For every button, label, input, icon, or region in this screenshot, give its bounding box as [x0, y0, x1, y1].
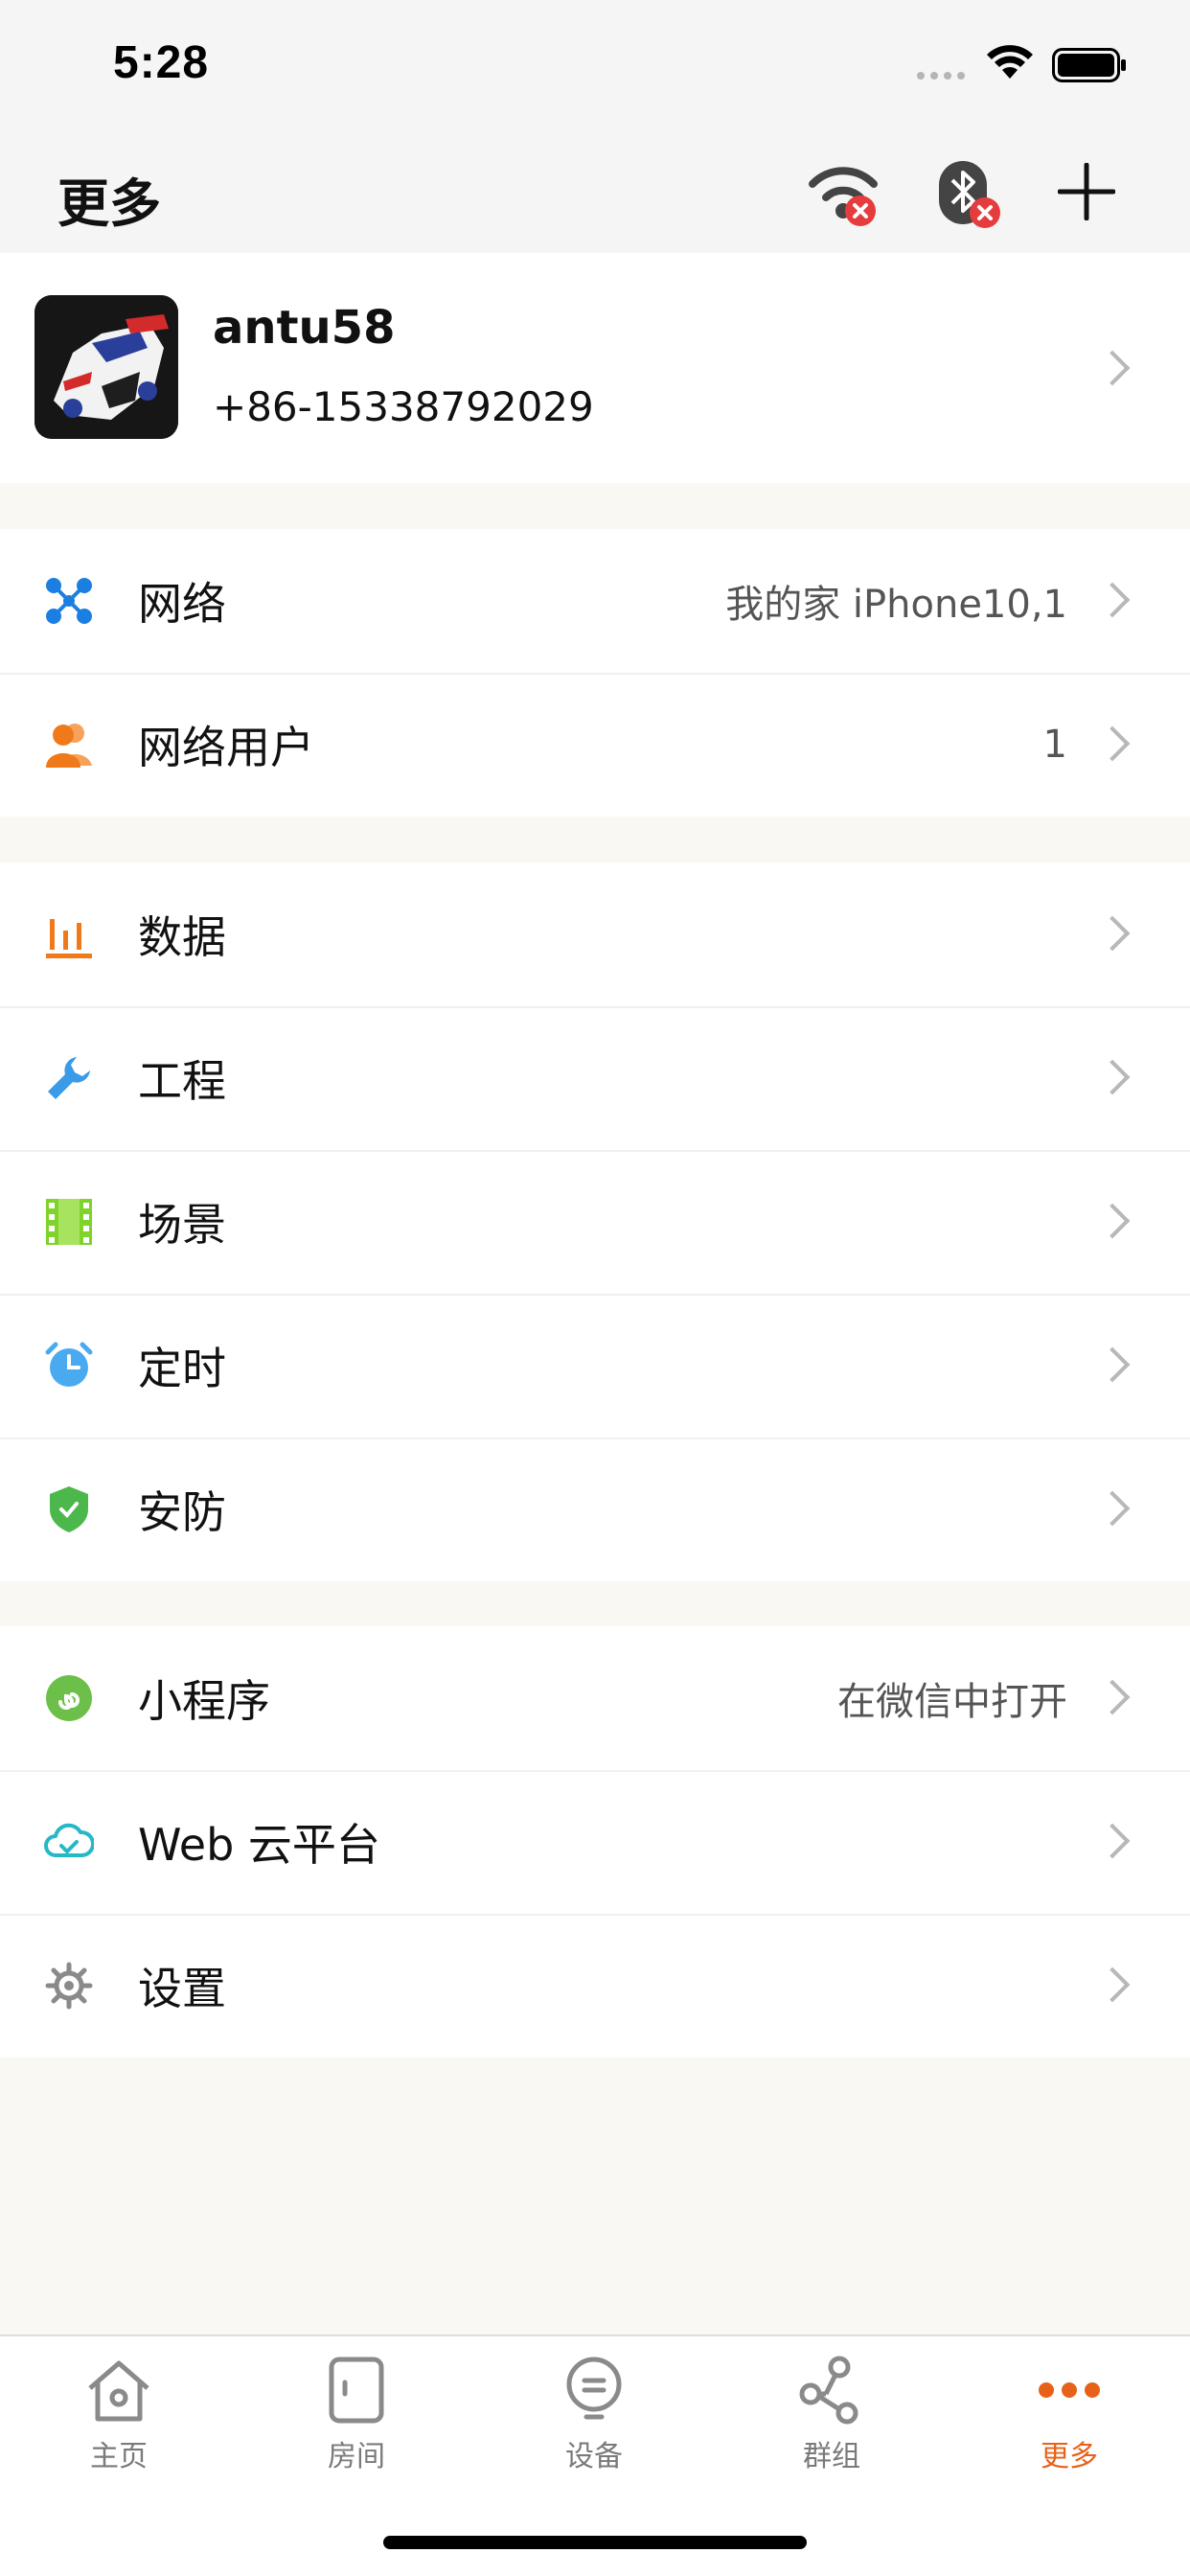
chevron-right-icon — [1094, 1490, 1131, 1527]
row-label: 工程 — [138, 1055, 226, 1107]
alarm-clock-icon — [45, 1342, 93, 1387]
security-row[interactable]: 安防 — [0, 1438, 1190, 1581]
profile-name: antu58 — [213, 301, 396, 355]
cell-signal-icon — [917, 72, 965, 80]
device-icon — [566, 2357, 622, 2420]
chevron-right-icon — [1094, 725, 1131, 762]
network-row[interactable]: 网络 我的家 iPhone10,1 — [0, 529, 1190, 673]
tab-label: 更多 — [1041, 2440, 1098, 2473]
wifi-disconnected-icon[interactable] — [801, 159, 883, 228]
group-icon — [799, 2356, 858, 2425]
avatar — [34, 295, 178, 439]
features-section: 数据 工程 场景 定时 安防 — [0, 862, 1190, 1581]
plus-icon[interactable] — [1058, 163, 1115, 220]
row-value: 在微信中打开 — [837, 1680, 1067, 1724]
row-label: Web 云平台 — [138, 1819, 380, 1871]
profile-card[interactable]: antu58 +86-15338792029 — [0, 253, 1190, 483]
network-icon — [46, 578, 92, 624]
tab-label: 主页 — [90, 2440, 148, 2473]
data-chart-icon — [46, 919, 92, 958]
tab-devices[interactable]: 设备 — [475, 2356, 713, 2499]
tab-label: 房间 — [328, 2440, 385, 2473]
row-label: 数据 — [138, 911, 226, 963]
chevron-right-icon — [1094, 1346, 1131, 1383]
wrench-icon — [48, 1057, 90, 1099]
row-label: 场景 — [138, 1199, 226, 1251]
row-value: 1 — [1042, 723, 1067, 767]
network-users-row[interactable]: 网络用户 1 — [0, 673, 1190, 816]
door-icon — [329, 2357, 384, 2424]
scene-row[interactable]: 场景 — [0, 1150, 1190, 1294]
chevron-right-icon — [1094, 1059, 1131, 1095]
mini-program-icon — [46, 1675, 92, 1721]
data-row[interactable]: 数据 — [0, 862, 1190, 1006]
gear-icon — [45, 1962, 93, 2010]
engineering-row[interactable]: 工程 — [0, 1006, 1190, 1150]
network-section: 网络 我的家 iPhone10,1 网络用户 1 — [0, 529, 1190, 816]
shield-icon — [50, 1486, 88, 1532]
mini-program-row[interactable]: 小程序 在微信中打开 — [0, 1626, 1190, 1770]
chevron-right-icon — [1094, 350, 1131, 386]
chevron-right-icon — [1094, 1966, 1131, 2003]
tab-home[interactable]: 主页 — [0, 2356, 238, 2499]
home-icon — [88, 2360, 149, 2422]
battery-icon — [1052, 48, 1126, 82]
cloud-icon — [44, 1823, 94, 1857]
row-label: 小程序 — [138, 1675, 270, 1727]
film-icon — [46, 1199, 92, 1245]
status-time: 5:28 — [113, 37, 210, 88]
timer-row[interactable]: 定时 — [0, 1294, 1190, 1438]
profile-phone: +86-15338792029 — [213, 383, 594, 430]
row-label: 网络用户 — [138, 722, 314, 773]
row-value: 我的家 iPhone10,1 — [725, 583, 1067, 627]
chevron-right-icon — [1094, 1823, 1131, 1859]
more-dots-icon — [1039, 2382, 1100, 2398]
chevron-right-icon — [1094, 1679, 1131, 1715]
tab-groups[interactable]: 群组 — [713, 2356, 950, 2499]
wifi-status-icon — [987, 45, 1033, 79]
row-label: 安防 — [138, 1486, 226, 1538]
chevron-right-icon — [1094, 582, 1131, 618]
status-bar: 5:28 — [0, 0, 1190, 134]
tab-label: 群组 — [803, 2440, 860, 2473]
chevron-right-icon — [1094, 1203, 1131, 1239]
more-section: 小程序 在微信中打开 Web 云平台 设置 — [0, 1626, 1190, 2058]
tab-label: 设备 — [565, 2440, 623, 2473]
row-label: 设置 — [138, 1963, 226, 2014]
page-title: 更多 — [57, 173, 161, 234]
chevron-right-icon — [1094, 915, 1131, 952]
row-label: 定时 — [138, 1343, 226, 1394]
nav-bar: 更多 — [0, 134, 1190, 253]
tab-more[interactable]: 更多 — [950, 2356, 1188, 2499]
settings-row[interactable]: 设置 — [0, 1914, 1190, 2058]
home-indicator — [383, 2536, 807, 2549]
bluetooth-disconnected-icon[interactable] — [935, 159, 1006, 232]
web-cloud-row[interactable]: Web 云平台 — [0, 1770, 1190, 1914]
row-label: 网络 — [138, 578, 226, 630]
users-icon — [46, 724, 92, 768]
tab-rooms[interactable]: 房间 — [238, 2356, 475, 2499]
